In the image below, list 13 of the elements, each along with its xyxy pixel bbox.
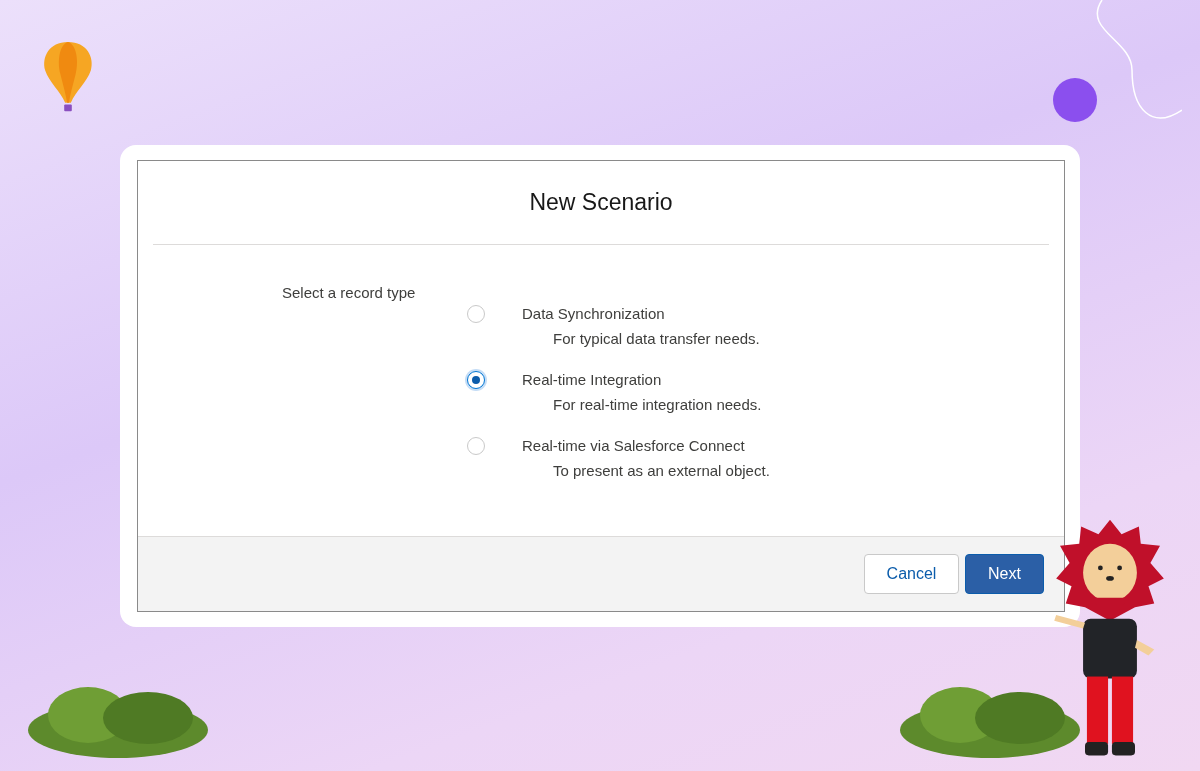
option-description: For real-time integration needs. [553,396,762,413]
option-description: To present as an external object. [553,462,770,479]
cancel-button[interactable]: Cancel [864,554,959,594]
record-type-prompt: Select a record type [282,284,417,301]
option-label[interactable]: Data Synchronization [522,305,760,323]
next-button[interactable]: Next [965,554,1044,594]
option-label[interactable]: Real-time via Salesforce Connect [522,437,770,455]
radio-button[interactable] [467,437,485,455]
option-label[interactable]: Real-time Integration [522,371,762,389]
modal-title: New Scenario [529,189,673,216]
radio-button[interactable] [467,371,485,389]
radio-button[interactable] [467,305,485,323]
option-description: For typical data transfer needs. [553,330,760,347]
